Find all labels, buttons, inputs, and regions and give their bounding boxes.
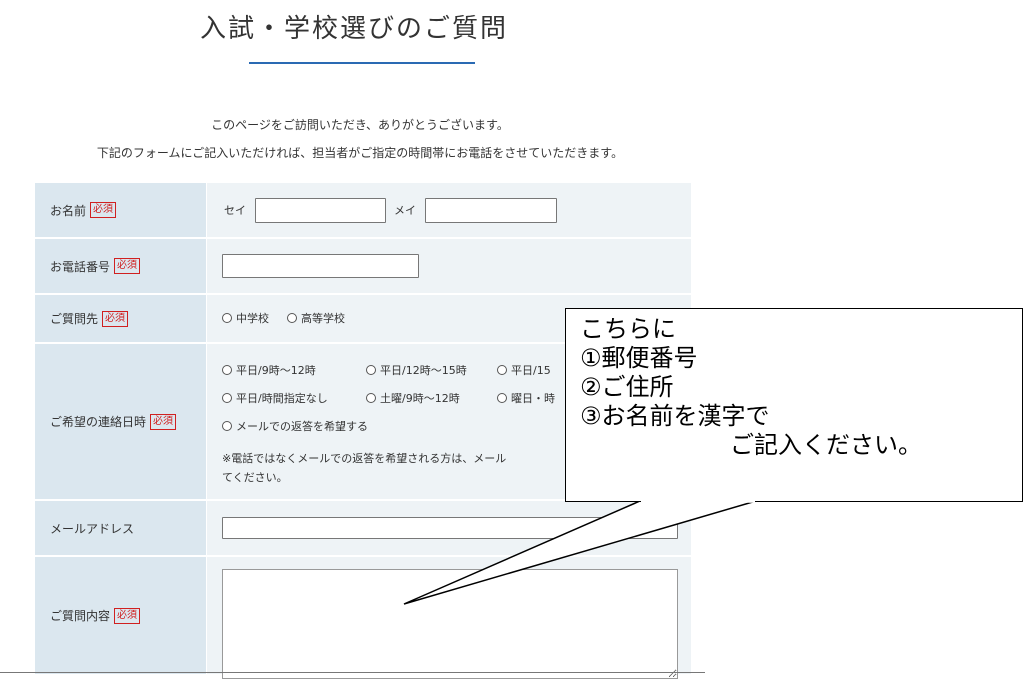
radio-label: メールでの返答を希望する	[236, 420, 368, 433]
phone-value-cell	[207, 239, 691, 293]
form-row-inquiry-content: ご質問内容 必須	[35, 557, 691, 679]
contact-note-line2: てください。	[222, 471, 288, 484]
email-label: メールアドレス	[35, 501, 206, 555]
radio-label: 平日/12時～15時	[380, 364, 467, 377]
callout-line: ご記入ください。	[730, 431, 922, 459]
inquiry-to-label-text: ご質問先	[50, 312, 99, 326]
radio-weekday-9-12[interactable]: 平日/9時～12時	[222, 362, 316, 378]
radio-label: 高等学校	[301, 312, 345, 325]
inquiry-to-label: ご質問先 必須	[35, 295, 206, 342]
radio-weekday-12-15[interactable]: 平日/12時～15時	[366, 362, 467, 378]
mei-label: メイ	[394, 204, 416, 217]
radio-high-school[interactable]: 高等学校	[287, 310, 345, 326]
inquiry-content-textarea[interactable]	[222, 569, 678, 679]
phone-label-text: お電話番号	[50, 259, 111, 274]
callout-line: ①郵便番号	[580, 344, 698, 372]
radio-icon[interactable]	[497, 393, 507, 403]
form-row-email: メールアドレス	[35, 501, 691, 555]
page-title: 入試・学校選びのご質問	[200, 14, 509, 44]
callout-line: ②ご住所	[580, 373, 674, 401]
radio-weekday-any-time[interactable]: 平日/時間指定なし	[222, 390, 328, 406]
email-value-cell	[207, 501, 691, 555]
radio-icon[interactable]	[222, 421, 232, 431]
radio-icon[interactable]	[222, 365, 232, 375]
name-label-text: お名前	[50, 203, 87, 218]
radio-label: 平日/15	[511, 364, 551, 377]
callout-line: こちらに	[580, 315, 676, 343]
sei-input[interactable]	[255, 198, 386, 223]
radio-weekday-15[interactable]: 平日/15	[497, 362, 551, 378]
radio-junior-high[interactable]: 中学校	[222, 310, 269, 326]
name-label: お名前 必須	[35, 183, 206, 237]
radio-label: 平日/時間指定なし	[236, 392, 328, 405]
radio-email-reply[interactable]: メールでの返答を希望する	[222, 418, 368, 434]
sei-label: セイ	[224, 204, 246, 217]
phone-label: お電話番号 必須	[35, 239, 206, 293]
inquiry-content-label-text: ご質問内容	[50, 609, 111, 623]
title-underline	[249, 62, 475, 64]
required-badge: 必須	[114, 607, 141, 624]
radio-label: 中学校	[236, 312, 269, 325]
required-badge: 必須	[114, 258, 141, 274]
required-badge: 必須	[90, 202, 117, 218]
radio-label: 曜日・時	[511, 392, 555, 405]
radio-icon[interactable]	[366, 393, 376, 403]
form-row-phone: お電話番号 必須	[35, 239, 691, 293]
radio-icon[interactable]	[287, 313, 297, 323]
required-badge: 必須	[150, 413, 177, 430]
contact-time-label-text: ご希望の連絡日時	[50, 415, 147, 429]
radio-saturday-9-12[interactable]: 土曜/9時～12時	[366, 390, 460, 406]
radio-label: 土曜/9時～12時	[380, 392, 460, 405]
inquiry-content-value-cell	[207, 557, 691, 679]
inquiry-content-label: ご質問内容 必須	[35, 557, 206, 674]
radio-day-time[interactable]: 曜日・時	[497, 390, 555, 406]
form-row-name: お名前 必須 セイ メイ	[35, 183, 691, 237]
intro-text-line1: このページをご訪問いただき、ありがとうございます。	[211, 118, 509, 132]
radio-icon[interactable]	[497, 365, 507, 375]
email-input[interactable]	[222, 517, 678, 539]
intro-text-line2: 下記のフォームにご記入いただければ、担当者がご指定の時間帯にお電話をさせていただ…	[96, 146, 624, 160]
phone-input[interactable]	[222, 254, 419, 278]
name-value-cell: セイ メイ	[207, 183, 691, 237]
radio-icon[interactable]	[222, 313, 232, 323]
mei-input[interactable]	[425, 198, 557, 223]
bottom-divider	[0, 672, 705, 673]
radio-icon[interactable]	[222, 393, 232, 403]
callout-box: こちらに ①郵便番号 ②ご住所 ③お名前を漢字で ご記入ください。	[565, 308, 1023, 502]
callout-line: ③お名前を漢字で	[580, 402, 770, 430]
contact-note-line1: ※電話ではなくメールでの返答を希望される方は、メール	[222, 452, 507, 465]
required-badge: 必須	[102, 310, 129, 327]
contact-time-label: ご希望の連絡日時 必須	[35, 344, 206, 499]
radio-icon[interactable]	[366, 365, 376, 375]
email-label-text: メールアドレス	[50, 521, 135, 536]
radio-label: 平日/9時～12時	[236, 364, 316, 377]
